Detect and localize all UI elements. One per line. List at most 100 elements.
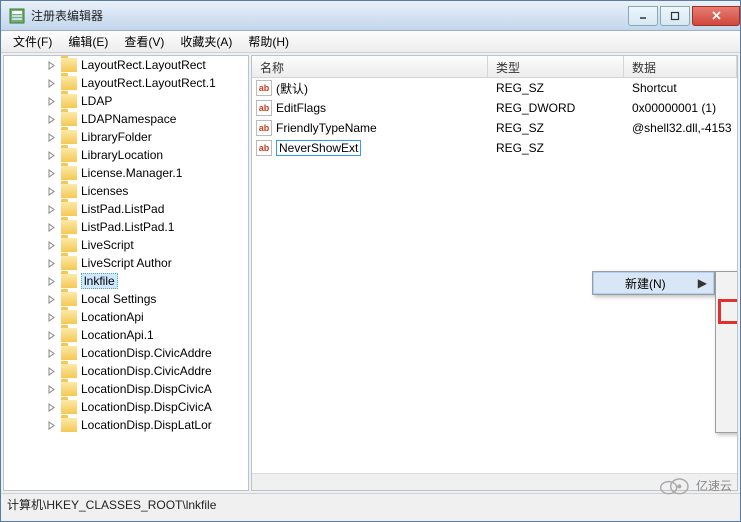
folder-icon: [61, 238, 77, 252]
col-header-data[interactable]: 数据: [624, 56, 737, 77]
list-row[interactable]: abNeverShowExt REG_SZ: [252, 138, 737, 158]
list-body: ab(默认)REG_SZShortcutabEditFlagsREG_DWORD…: [252, 78, 737, 158]
tree-item[interactable]: LocationDisp.DispCivicA: [4, 398, 248, 416]
tree-item[interactable]: LocationDisp.CivicAddre: [4, 344, 248, 362]
folder-icon: [61, 76, 77, 90]
folder-icon: [61, 166, 77, 180]
tree-item[interactable]: ListPad.ListPad: [4, 200, 248, 218]
expand-icon[interactable]: [46, 366, 57, 377]
expand-icon[interactable]: [46, 96, 57, 107]
tree-item-label: Licenses: [81, 184, 128, 198]
tree-item[interactable]: LibraryLocation: [4, 146, 248, 164]
expand-icon[interactable]: [46, 294, 57, 305]
menu-edit[interactable]: 编辑(E): [60, 31, 116, 52]
statusbar-path: 计算机\HKEY_CLASSES_ROOT\lnkfile: [7, 496, 216, 513]
col-header-name[interactable]: 名称: [252, 56, 488, 77]
menu-help[interactable]: 帮助(H): [240, 31, 297, 52]
watermark: 亿速云: [658, 475, 732, 495]
cm-new[interactable]: 新建(N) ▶: [593, 272, 714, 294]
expand-icon[interactable]: [46, 168, 57, 179]
tree-item-label: LDAPNamespace: [81, 112, 176, 126]
expand-icon[interactable]: [46, 204, 57, 215]
tree-item[interactable]: LocationDisp.DispCivicA: [4, 380, 248, 398]
tree-item-label: Local Settings: [81, 292, 156, 306]
expand-icon[interactable]: [46, 150, 57, 161]
tree-item[interactable]: LayoutRect.LayoutRect: [4, 56, 248, 74]
expand-icon[interactable]: [46, 420, 57, 431]
maximize-button[interactable]: [660, 6, 690, 26]
expand-icon[interactable]: [46, 312, 57, 323]
list-row-name: NeverShowExt: [276, 140, 361, 156]
tree-item[interactable]: LayoutRect.LayoutRect.1: [4, 74, 248, 92]
tree-item[interactable]: License.Manager.1: [4, 164, 248, 182]
folder-icon: [61, 148, 77, 162]
expand-icon[interactable]: [46, 402, 57, 413]
cm-expandstring-value[interactable]: 可扩充字符串值(E): [716, 410, 738, 432]
list-row[interactable]: ab(默认)REG_SZShortcut: [252, 78, 737, 98]
menu-view[interactable]: 查看(V): [116, 31, 172, 52]
tree-item[interactable]: LibraryFolder: [4, 128, 248, 146]
expand-icon[interactable]: [46, 240, 57, 251]
tree-item-label: LiveScript Author: [81, 256, 172, 270]
cm-key[interactable]: 项(K): [716, 272, 738, 294]
tree-item-label: LayoutRect.LayoutRect: [81, 58, 206, 72]
expand-icon[interactable]: [46, 330, 57, 341]
tree-item[interactable]: Licenses: [4, 182, 248, 200]
minimize-button[interactable]: [628, 6, 658, 26]
tree-item[interactable]: Local Settings: [4, 290, 248, 308]
cm-string-value[interactable]: 字符串值(S): [716, 300, 738, 322]
list-row-type: REG_SZ: [488, 81, 624, 95]
list-row-name: EditFlags: [276, 101, 326, 115]
tree-item[interactable]: ListPad.ListPad.1: [4, 218, 248, 236]
menu-favorites[interactable]: 收藏夹(A): [172, 31, 240, 52]
close-button[interactable]: [692, 6, 740, 26]
list-header: 名称 类型 数据: [252, 56, 737, 78]
cm-binary-value[interactable]: 二进制值(B): [716, 322, 738, 344]
tree-item[interactable]: LDAP: [4, 92, 248, 110]
tree-item[interactable]: LiveScript: [4, 236, 248, 254]
cm-qword-value[interactable]: QWORD (64 位)值(Q): [716, 366, 738, 388]
expand-icon[interactable]: [46, 186, 57, 197]
expand-icon[interactable]: [46, 384, 57, 395]
tree-scroll[interactable]: LayoutRect.LayoutRect LayoutRect.LayoutRe…: [4, 56, 248, 490]
expand-icon[interactable]: [46, 132, 57, 143]
tree-item[interactable]: lnkfile: [4, 272, 248, 290]
cm-dword-value[interactable]: DWORD (32-位)值(D): [716, 344, 738, 366]
expand-icon[interactable]: [46, 348, 57, 359]
reg-string-icon: ab: [256, 80, 272, 96]
tree-item[interactable]: LocationApi.1: [4, 326, 248, 344]
folder-icon: [61, 58, 77, 72]
expand-icon[interactable]: [46, 258, 57, 269]
folder-icon: [61, 184, 77, 198]
tree-item[interactable]: LiveScript Author: [4, 254, 248, 272]
window-title: 注册表编辑器: [31, 7, 626, 24]
list-row-type: REG_SZ: [488, 141, 624, 155]
reg-string-icon: ab: [256, 120, 272, 136]
app-window: 注册表编辑器 文件(F) 编辑(E) 查看(V) 收藏夹(A) 帮助(H) La…: [0, 0, 741, 522]
tree-item[interactable]: LocationApi: [4, 308, 248, 326]
tree-item-label: LocationDisp.DispCivicA: [81, 400, 212, 414]
folder-icon: [61, 202, 77, 216]
cm-multistring-value[interactable]: 多字符串值(M): [716, 388, 738, 410]
reg-string-icon: ab: [256, 140, 272, 156]
list-row-name: (默认): [276, 80, 308, 97]
expand-icon[interactable]: [46, 222, 57, 233]
tree-item-label: LDAP: [81, 94, 112, 108]
context-menu-primary: 新建(N) ▶: [592, 271, 715, 295]
tree-item[interactable]: LocationDisp.DispLatLor: [4, 416, 248, 434]
folder-icon: [61, 346, 77, 360]
list-row[interactable]: abFriendlyTypeNameREG_SZ@shell32.dll,-41…: [252, 118, 737, 138]
folder-icon: [61, 382, 77, 396]
menu-file[interactable]: 文件(F): [5, 31, 60, 52]
expand-icon[interactable]: [46, 78, 57, 89]
list-row[interactable]: abEditFlagsREG_DWORD0x00000001 (1): [252, 98, 737, 118]
expand-icon[interactable]: [46, 114, 57, 125]
folder-icon: [61, 328, 77, 342]
expand-icon[interactable]: [46, 60, 57, 71]
window-controls: [626, 6, 740, 26]
expand-icon[interactable]: [46, 276, 57, 287]
tree-item[interactable]: LDAPNamespace: [4, 110, 248, 128]
tree-item[interactable]: LocationDisp.CivicAddre: [4, 362, 248, 380]
col-header-type[interactable]: 类型: [488, 56, 624, 77]
list-row-name: FriendlyTypeName: [276, 121, 377, 135]
